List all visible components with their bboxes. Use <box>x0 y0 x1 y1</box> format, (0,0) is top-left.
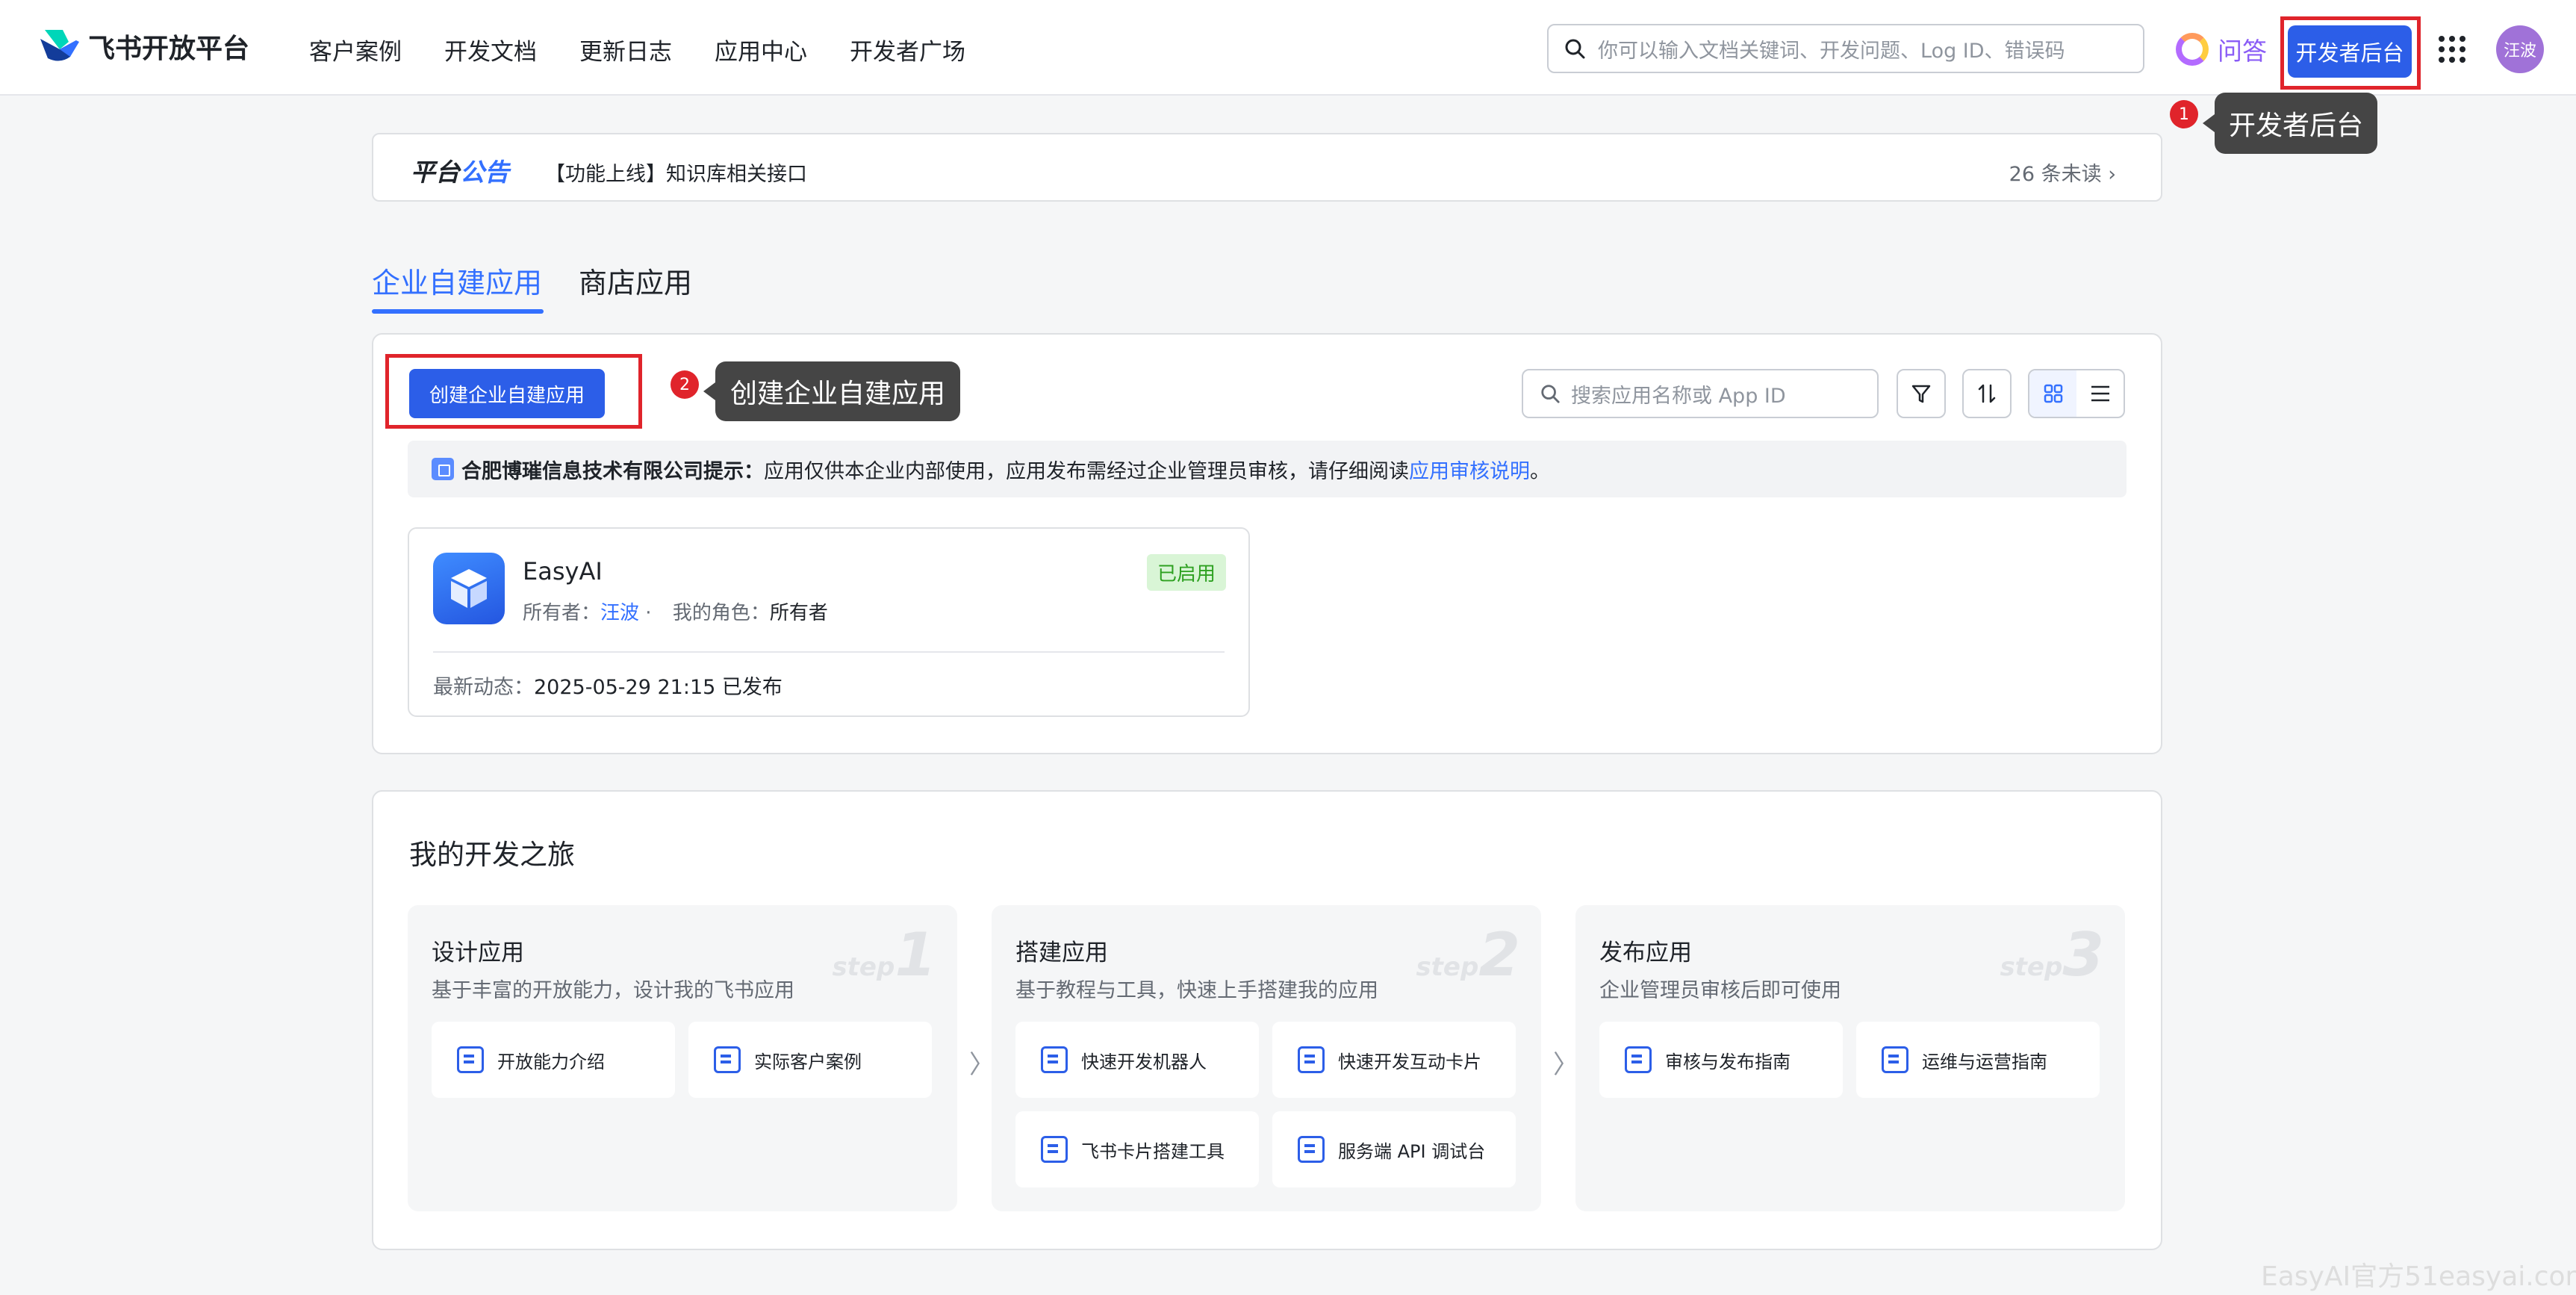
app-search-input[interactable]: 搜索应用名称或 App ID <box>1522 369 1879 418</box>
feishu-logo-icon <box>40 30 79 61</box>
step-number: step3 <box>2000 920 2104 990</box>
nav-app-center[interactable]: 应用中心 <box>715 33 807 66</box>
step-desc: 基于丰富的开放能力，设计我的飞书应用 <box>432 979 794 1002</box>
tool-open-capabilities[interactable]: 开放能力介绍 <box>432 1022 675 1098</box>
qa-button[interactable]: 问答 <box>2176 31 2267 67</box>
chart-icon <box>1882 1046 1908 1073</box>
nav-dev-docs[interactable]: 开发文档 <box>444 33 537 66</box>
app-grid-icon[interactable] <box>2439 36 2465 63</box>
search-placeholder: 你可以输入文档关键词、开发问题、Log ID、错误码 <box>1598 39 2065 63</box>
notice-text: 应用仅供本企业内部使用，应用发布需经过企业管理员审核，请仔细阅读 <box>764 459 1409 483</box>
tool-card-quickstart[interactable]: 快速开发互动卡片 <box>1272 1022 1516 1098</box>
step-desc: 基于教程与工具，快速上手搭建我的应用 <box>1015 979 1378 1002</box>
company-notice: 合肥博璀信息技术有限公司提示： 应用仅供本企业内部使用，应用发布需经过企业管理员… <box>408 441 2127 497</box>
step-arrow-icon: 〉 <box>969 1050 995 1080</box>
main-nav: 客户案例 开发文档 更新日志 应用中心 开发者广场 <box>309 33 1008 66</box>
book-icon <box>1298 1046 1325 1073</box>
list-view-icon <box>2091 385 2109 402</box>
step-title: 发布应用 <box>1599 940 1692 966</box>
qa-ring-icon <box>2176 33 2209 66</box>
platform-announcement[interactable]: 平台公告 【功能上线】知识库相关接口 26 条未读 › <box>372 133 2162 202</box>
sort-icon <box>1978 384 1996 403</box>
case-icon <box>714 1046 741 1073</box>
app-owner-link[interactable]: 汪波 <box>600 602 639 624</box>
step-number: step2 <box>1416 920 1520 990</box>
status-badge: 已启用 <box>1146 554 1226 591</box>
app-name: EasyAI <box>523 557 603 586</box>
search-icon <box>1541 385 1560 403</box>
tool-bot-quickstart[interactable]: 快速开发机器人 <box>1015 1022 1259 1098</box>
filter-button[interactable] <box>1897 369 1946 418</box>
callout-1-badge: 1 <box>2170 100 2198 128</box>
tool-api-debugger[interactable]: 服务端 API 调试台 <box>1272 1111 1516 1187</box>
announcement-title: 平台公告 <box>411 158 509 187</box>
divider <box>433 651 1225 653</box>
app-card-easyai[interactable]: EasyAI 所有者：汪波 · 我的角色：所有者 已启用 最新动态：2025-0… <box>408 527 1250 717</box>
notice-end: 。 <box>1530 459 1550 483</box>
step-arrow-icon: 〉 <box>1553 1050 1578 1080</box>
top-header: 飞书开放平台 客户案例 开发文档 更新日志 应用中心 开发者广场 你可以输入文档… <box>0 0 2576 96</box>
api-icon <box>1298 1136 1325 1163</box>
filter-icon <box>1911 385 1931 403</box>
book-icon <box>1041 1046 1068 1073</box>
step-desc: 企业管理员审核后即可使用 <box>1599 979 1841 1002</box>
global-search-input[interactable]: 你可以输入文档关键词、开发问题、Log ID、错误码 <box>1547 24 2144 73</box>
step-title: 搭建应用 <box>1015 940 1108 966</box>
tool-customer-cases[interactable]: 实际客户案例 <box>688 1022 932 1098</box>
tool-ops-guide[interactable]: 运维与运营指南 <box>1856 1022 2100 1098</box>
review-icon <box>1625 1046 1652 1073</box>
company-icon <box>432 458 454 480</box>
nav-dev-plaza[interactable]: 开发者广场 <box>850 33 965 66</box>
tab-store-apps[interactable]: 商店应用 <box>579 260 692 301</box>
watermark: EasyAI官方51easyai.com <box>2261 1261 2576 1292</box>
doc-icon <box>457 1046 484 1073</box>
grid-view-icon <box>2044 384 2062 403</box>
grid-view-button[interactable] <box>2029 370 2076 417</box>
journey-title: 我的开发之旅 <box>409 839 575 871</box>
app-search-placeholder: 搜索应用名称或 App ID <box>1571 384 1786 408</box>
tab-enterprise-apps[interactable]: 企业自建应用 <box>372 260 542 301</box>
qa-label: 问答 <box>2218 37 2267 66</box>
review-guide-link[interactable]: 应用审核说明 <box>1409 455 1530 484</box>
brand-name: 飞书开放平台 <box>88 34 250 64</box>
search-icon <box>1565 39 1585 59</box>
announcement-text[interactable]: 【功能上线】知识库相关接口 <box>545 158 807 187</box>
nav-changelog[interactable]: 更新日志 <box>579 33 672 66</box>
step-number: step1 <box>832 920 936 990</box>
active-tab-indicator <box>372 309 544 314</box>
user-avatar[interactable]: 汪波 <box>2496 25 2544 73</box>
callout-1-tooltip: 开发者后台 <box>2203 93 2377 154</box>
tool-card-builder[interactable]: 飞书卡片搭建工具 <box>1015 1111 1259 1187</box>
announcement-unread-count[interactable]: 26 条未读 › <box>2009 158 2116 187</box>
tool-review-guide[interactable]: 审核与发布指南 <box>1599 1022 1843 1098</box>
create-enterprise-app-button[interactable]: 创建企业自建应用 <box>409 369 605 418</box>
cube-app-icon <box>433 553 505 624</box>
callout-2-tooltip: 创建企业自建应用 <box>703 361 960 421</box>
app-meta: 所有者：汪波 · 我的角色：所有者 <box>523 602 828 624</box>
nav-customer-cases[interactable]: 客户案例 <box>309 33 402 66</box>
app-latest-activity: 最新动态：2025-05-29 21:15 已发布 <box>433 676 783 699</box>
card-builder-icon <box>1041 1136 1068 1163</box>
brand-logo[interactable]: 飞书开放平台 <box>37 27 249 66</box>
callout-2-badge: 2 <box>671 370 699 399</box>
list-view-button[interactable] <box>2076 370 2124 417</box>
notice-company: 合肥博璀信息技术有限公司提示： <box>461 459 764 483</box>
sort-button[interactable] <box>1962 369 2012 418</box>
highlight-dev-console <box>2280 16 2421 90</box>
view-toggle <box>2028 369 2125 418</box>
step-title: 设计应用 <box>432 940 524 966</box>
